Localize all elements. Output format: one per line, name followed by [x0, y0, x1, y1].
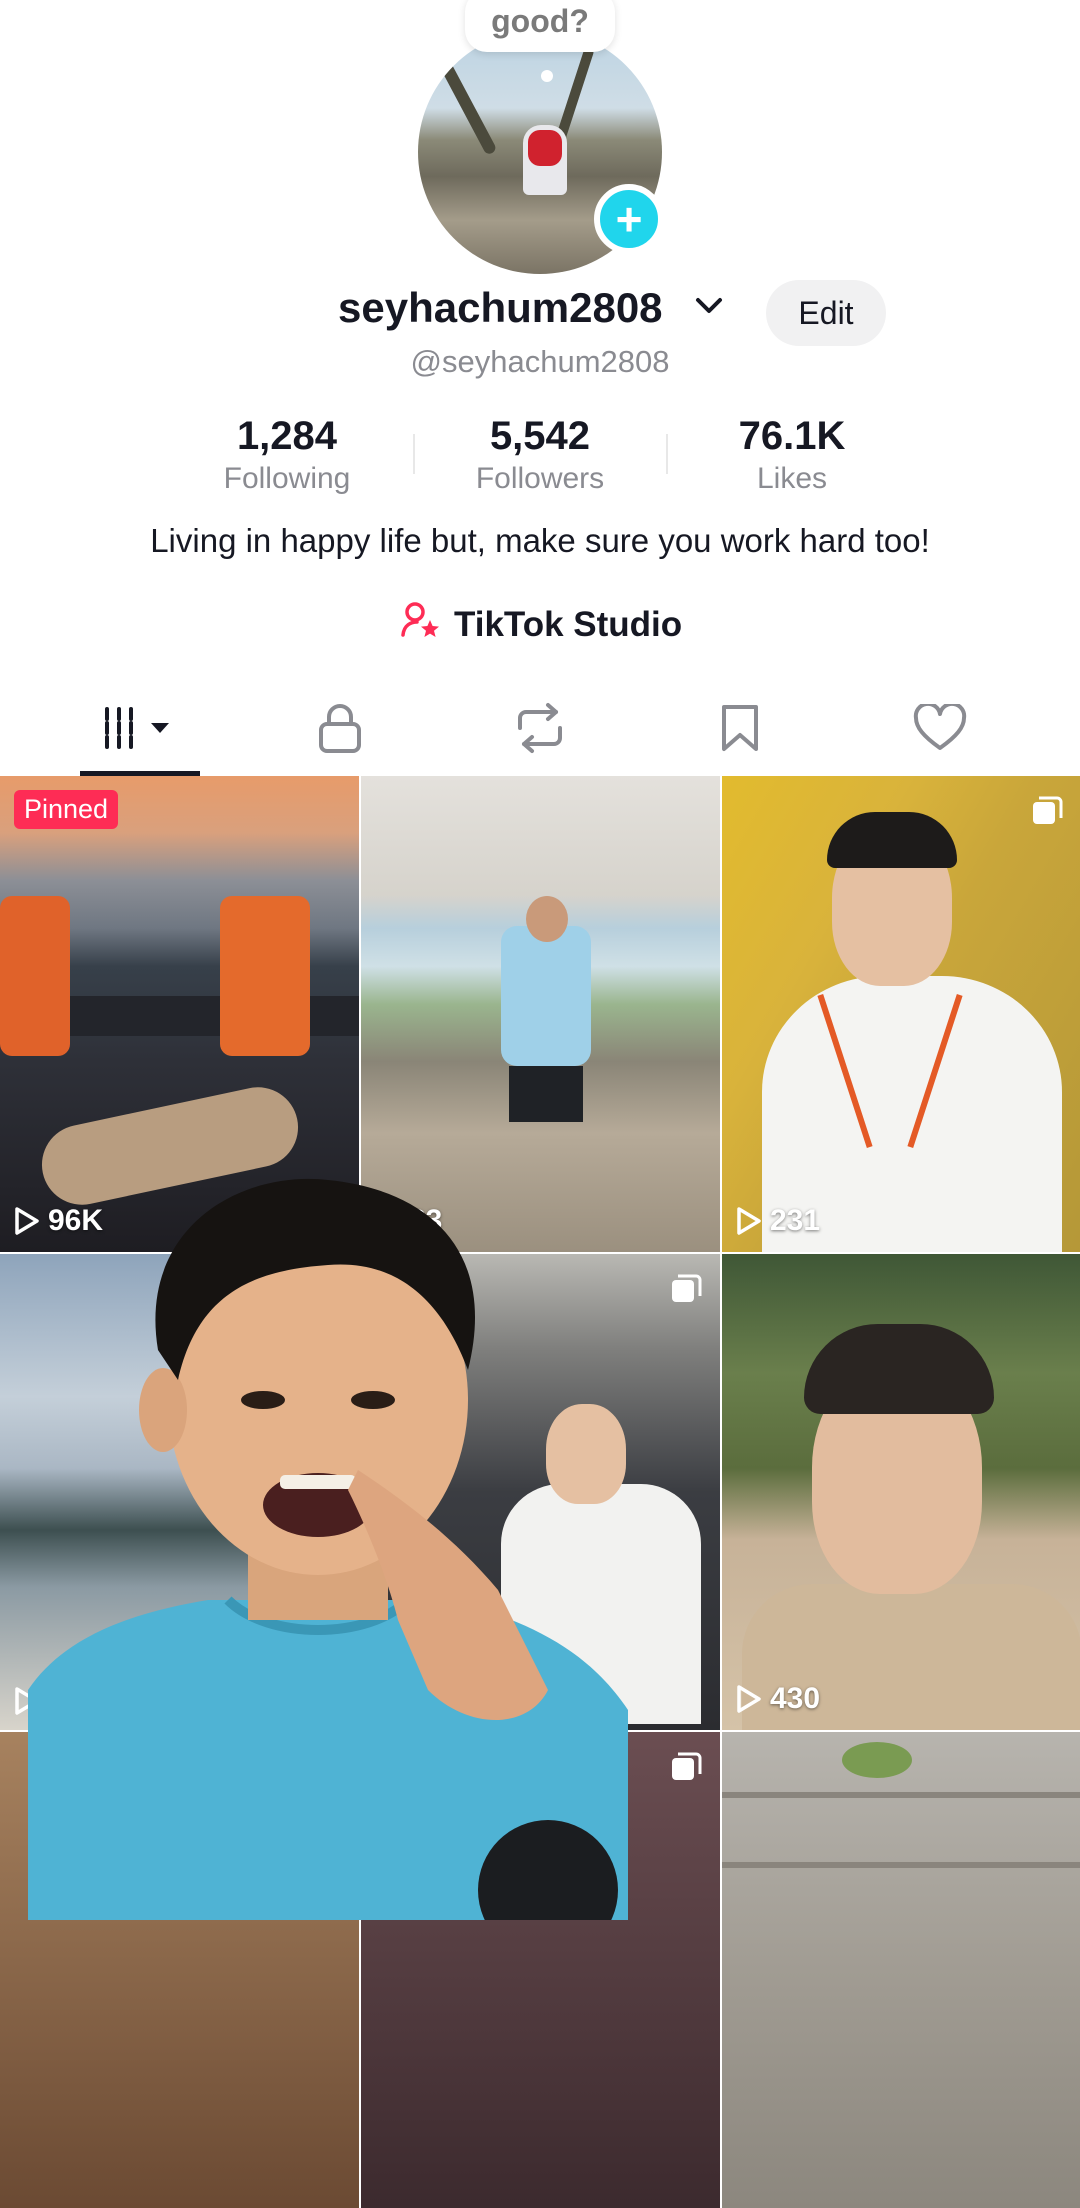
- view-count-text: 231: [770, 1204, 821, 1237]
- tab-reposts[interactable]: [470, 700, 610, 760]
- avatar-palm: [430, 44, 498, 156]
- view-count: 430: [736, 1682, 820, 1716]
- divider: [413, 434, 415, 474]
- avatar-shirt: [528, 130, 562, 166]
- photo-carousel-icon: [668, 1270, 704, 1311]
- creator-overlay: [28, 1170, 628, 1960]
- photo-carousel-icon: [1029, 792, 1065, 833]
- tiktok-studio-link[interactable]: TikTok Studio: [400, 600, 682, 650]
- bubble-text: good?: [491, 2, 589, 39]
- tab-videos[interactable]: [70, 700, 210, 760]
- video-thumbnail[interactable]: [722, 1732, 1080, 2208]
- stat-likes[interactable]: 76.1K Likes: [672, 412, 912, 498]
- play-icon: [737, 1685, 761, 1713]
- play-icon: [737, 1207, 761, 1235]
- plank-line: [722, 1862, 1080, 1868]
- stat-value: 76.1K: [738, 414, 846, 458]
- patterned-shirt: [501, 926, 591, 1066]
- pinned-badge: Pinned: [14, 790, 119, 829]
- plus-icon: +: [615, 193, 643, 245]
- stat-value: 1,284: [236, 414, 338, 458]
- profile-tabs: [0, 690, 1080, 776]
- life-jacket: [0, 896, 70, 1056]
- edit-profile-button[interactable]: Edit: [766, 280, 886, 346]
- grid-icon: [101, 705, 179, 756]
- repost-icon: [512, 702, 568, 759]
- tab-favorites[interactable]: [670, 700, 810, 760]
- photo-carousel-icon: [668, 1748, 704, 1789]
- lock-icon: [317, 702, 363, 759]
- stat-value: 5,542: [489, 414, 591, 458]
- studio-label: TikTok Studio: [454, 605, 683, 644]
- plant: [842, 1742, 912, 1778]
- hair: [804, 1324, 994, 1414]
- studio-user-star-icon: [400, 601, 442, 650]
- bubble-pointer: [541, 70, 553, 82]
- view-count: 231: [736, 1204, 820, 1238]
- stat-label: Following: [223, 462, 351, 495]
- plank-line: [722, 1792, 1080, 1798]
- stat-label: Likes: [756, 462, 828, 495]
- user-handle: @seyhachum2808: [410, 344, 670, 379]
- life-jacket: [220, 896, 310, 1056]
- video-thumbnail[interactable]: 231: [722, 776, 1080, 1252]
- head: [526, 896, 568, 942]
- chevron-down-icon[interactable]: [694, 294, 724, 323]
- stats-row: 1,284 Following 5,542 Followers 76.1K Li…: [0, 412, 1080, 502]
- stat-following[interactable]: 1,284 Following: [167, 412, 407, 498]
- shorts: [509, 1066, 583, 1122]
- name-row: seyhachum2808 Edit: [0, 280, 1080, 346]
- hair: [827, 812, 957, 868]
- stat-followers[interactable]: 5,542 Followers: [420, 412, 660, 498]
- divider: [666, 434, 668, 474]
- tab-private[interactable]: [270, 700, 410, 760]
- bio-text: Living in happy life but, make sure you …: [150, 522, 930, 559]
- add-story-button[interactable]: +: [594, 184, 664, 254]
- tab-liked[interactable]: [870, 700, 1010, 760]
- view-count-text: 430: [770, 1682, 821, 1715]
- heart-icon: [913, 701, 967, 757]
- username[interactable]: seyhachum2808: [338, 284, 663, 332]
- video-thumbnail[interactable]: 430: [722, 1254, 1080, 1730]
- question-bubble: good?: [465, 0, 615, 52]
- stat-label: Followers: [475, 462, 605, 495]
- bookmark-icon: [720, 703, 760, 758]
